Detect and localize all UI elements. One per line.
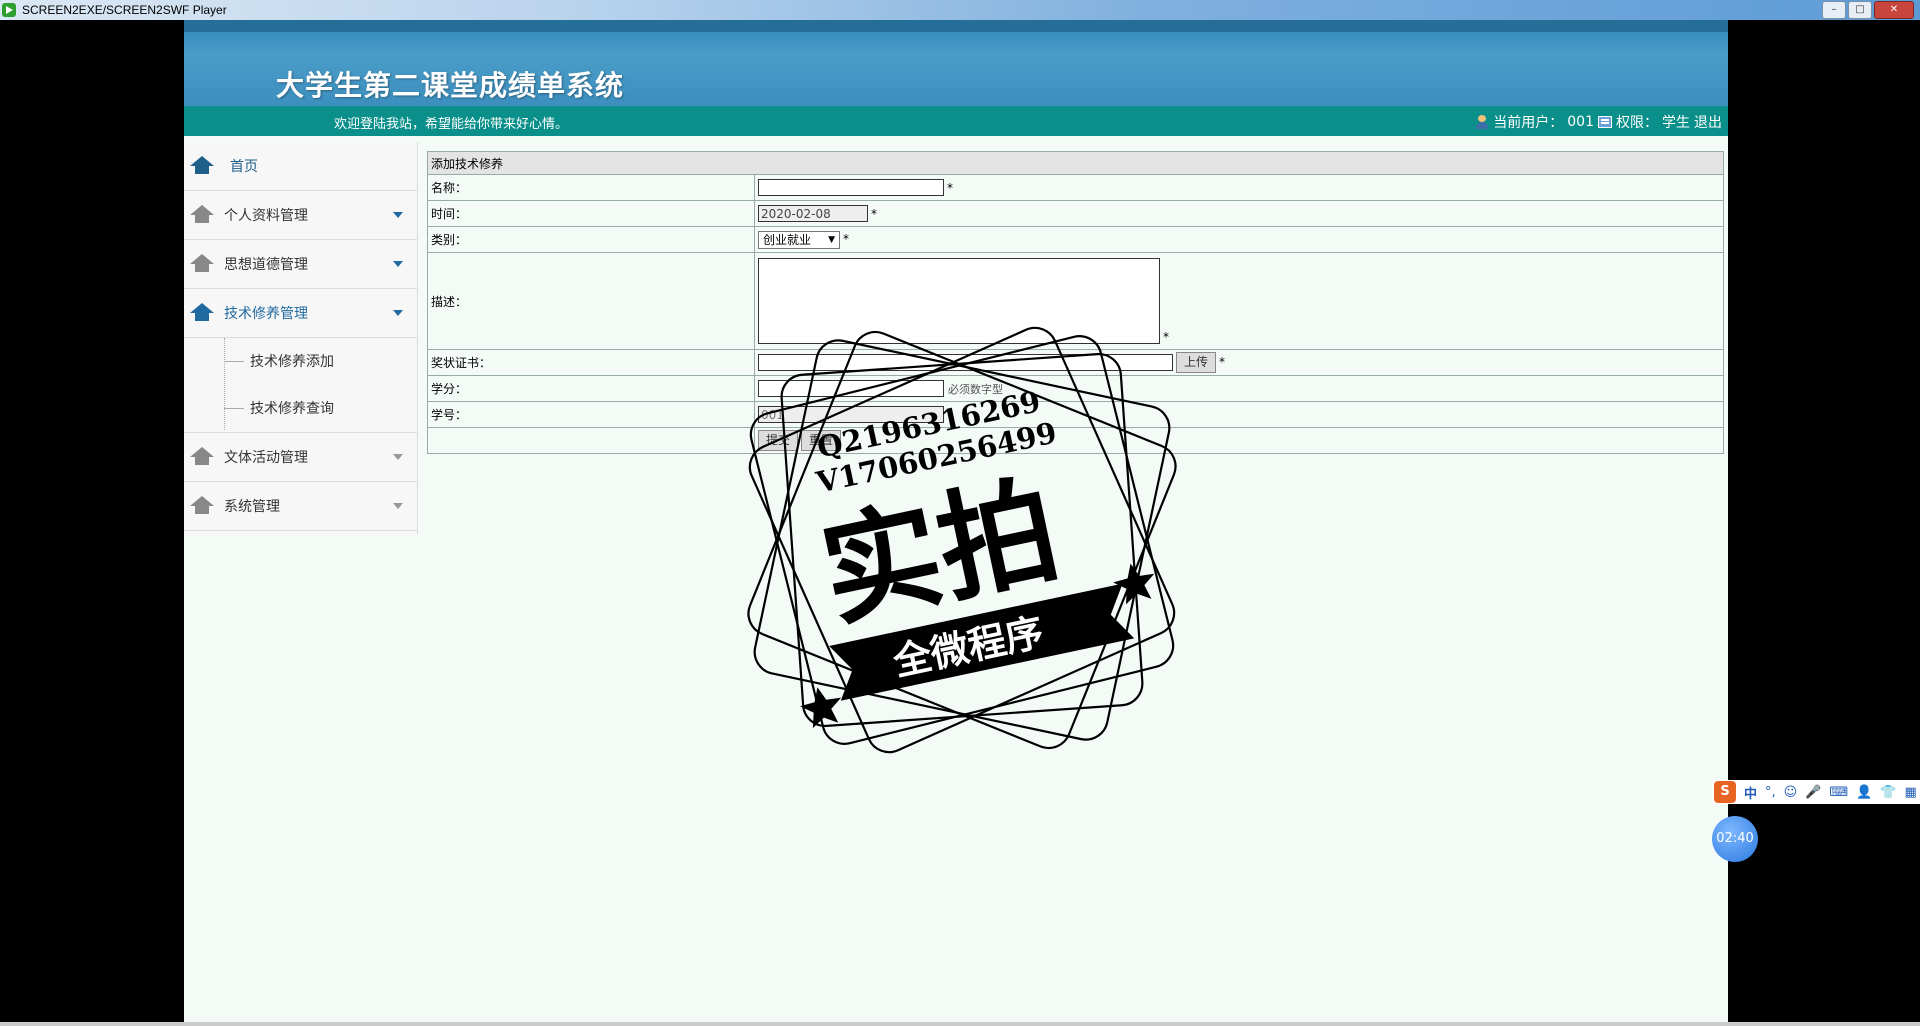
window-titlebar: SCREEN2EXE/SCREEN2SWF Player – □ ✕ xyxy=(0,0,1920,20)
user-icon xyxy=(1475,115,1489,129)
sidebar-item-moral[interactable]: 思想道德管理 xyxy=(184,240,417,289)
name-label: 名称： xyxy=(427,174,755,201)
window-title: SCREEN2EXE/SCREEN2SWF Player xyxy=(22,3,227,17)
permission-value: 学生 xyxy=(1662,115,1690,131)
chevron-down-icon xyxy=(393,212,403,218)
required-mark: * xyxy=(947,180,953,195)
user-info: 当前用户： 001 权限： 学生 退出 xyxy=(1475,112,1722,132)
chevron-down-icon xyxy=(393,454,403,460)
sidebar-item-profile[interactable]: 个人资料管理 xyxy=(184,191,417,240)
sidebar-item-label: 首页 xyxy=(230,159,258,175)
credit-input[interactable] xyxy=(758,380,944,397)
house-icon xyxy=(190,254,214,274)
dropdown-arrow-icon: ▼ xyxy=(828,234,835,245)
sidebar-item-tech[interactable]: 技术修养管理 xyxy=(184,289,417,338)
sidebar-item-label: 文体活动管理 xyxy=(224,450,308,466)
header-banner: 大学生第二课堂成绩单系统 xyxy=(184,20,1728,106)
required-mark: * xyxy=(1219,355,1226,369)
required-mark: * xyxy=(843,232,849,246)
time-input[interactable] xyxy=(758,205,868,222)
time-label: 时间： xyxy=(427,200,755,227)
house-icon xyxy=(190,496,214,516)
maximize-button[interactable]: □ xyxy=(1848,1,1872,19)
sidebar-subitem-tech-query[interactable]: 技术修养查询 xyxy=(184,385,417,432)
sidebar-item-sports[interactable]: 文体活动管理 xyxy=(184,433,417,482)
student-id-input[interactable] xyxy=(758,406,944,423)
welcome-text: 欢迎登陆我站，希望能给你带来好心情。 xyxy=(334,117,569,132)
player-bottom-bar xyxy=(0,1022,1920,1026)
close-button[interactable]: ✕ xyxy=(1874,1,1914,19)
emoji-icon[interactable]: ☺ xyxy=(1784,785,1798,800)
sidebar-subitem-label: 技术修养查询 xyxy=(250,401,334,417)
keyboard-icon[interactable]: ⌨ xyxy=(1829,785,1848,800)
credit-label: 学分： xyxy=(427,375,755,402)
page-title: 大学生第二课堂成绩单系统 xyxy=(276,69,625,102)
grid-icon[interactable]: ▦ xyxy=(1905,785,1917,800)
actions-spacer xyxy=(427,427,755,454)
sidebar-item-label: 思想道德管理 xyxy=(224,257,308,273)
ime-punct-toggle[interactable]: °, xyxy=(1765,785,1776,800)
desc-textarea[interactable] xyxy=(758,258,1160,344)
tech-submenu: 技术修养添加 技术修养查询 xyxy=(184,338,417,433)
ime-lang-toggle[interactable]: 中 xyxy=(1744,783,1757,802)
current-user-label: 当前用户： xyxy=(1493,115,1564,131)
sidebar: 首页 个人资料管理 思想道德管理 技术修养管理 技术修养添加 技术修养查询 文体… xyxy=(184,142,418,534)
add-tech-form: 添加技术修养 名称： * 时间： * 类别： 创业就业 ▼ * 描述： * 奖状证书… xyxy=(427,151,1724,454)
microphone-icon[interactable]: 🎤 xyxy=(1805,785,1821,800)
house-icon xyxy=(190,447,214,467)
skin-icon[interactable]: 👕 xyxy=(1880,785,1896,800)
sidebar-item-label: 系统管理 xyxy=(224,499,280,515)
category-select[interactable]: 创业就业 ▼ xyxy=(758,230,840,249)
sidebar-subitem-label: 技术修养添加 xyxy=(250,354,334,370)
reset-button[interactable]: 重置 xyxy=(801,430,842,451)
sidebar-item-home[interactable]: 首页 xyxy=(184,142,417,191)
credit-hint: 必须数字型 xyxy=(948,382,1003,396)
user-icon[interactable]: 👤 xyxy=(1856,785,1872,800)
chevron-down-icon xyxy=(393,310,403,316)
logout-link[interactable]: 退出 xyxy=(1694,112,1722,132)
tree-dash xyxy=(224,408,244,409)
house-icon xyxy=(190,303,214,323)
permission-icon xyxy=(1598,116,1612,128)
category-selected-value: 创业就业 xyxy=(763,232,812,247)
submit-button[interactable]: 提交 xyxy=(758,430,799,451)
current-user-value: 001 xyxy=(1567,114,1594,130)
required-mark: * xyxy=(1163,330,1169,344)
cert-path-input[interactable] xyxy=(758,353,1173,371)
required-mark: * xyxy=(871,206,877,221)
ime-toolbar: S 中 °, ☺ 🎤 ⌨ 👤 👕 ▦ xyxy=(1712,780,1920,804)
sidebar-item-system[interactable]: 系统管理 xyxy=(184,482,417,531)
tree-dash xyxy=(224,361,244,362)
desc-label: 描述： xyxy=(427,252,755,350)
sidebar-item-label: 个人资料管理 xyxy=(224,208,308,224)
sogou-logo-icon: S xyxy=(1714,781,1736,803)
sidebar-item-label: 技术修养管理 xyxy=(224,306,308,322)
chevron-down-icon xyxy=(393,261,403,267)
category-label: 类别： xyxy=(427,226,755,253)
form-title: 添加技术修养 xyxy=(427,151,1724,175)
permission-label: 权限： xyxy=(1616,115,1658,131)
player-app-icon xyxy=(2,3,16,17)
header-top-strip xyxy=(184,20,1728,32)
welcome-bar: 欢迎登陆我站，希望能给你带来好心情。 当前用户： 001 权限： 学生 退出 xyxy=(184,106,1728,136)
window-controls: – □ ✕ xyxy=(1822,1,1914,19)
app-frame: 大学生第二课堂成绩单系统 欢迎登陆我站，希望能给你带来好心情。 当前用户： 00… xyxy=(184,20,1728,1022)
name-input[interactable] xyxy=(758,179,944,196)
sidebar-subitem-tech-add[interactable]: 技术修养添加 xyxy=(184,338,417,385)
sid-label: 学号： xyxy=(427,401,755,428)
minimize-button[interactable]: – xyxy=(1822,1,1846,19)
home-icon xyxy=(190,156,214,176)
cert-label: 奖状证书： xyxy=(427,349,755,376)
upload-button[interactable]: 上传 xyxy=(1176,352,1217,373)
recording-timer: 02:40 xyxy=(1712,816,1758,862)
house-icon xyxy=(190,205,214,225)
chevron-down-icon xyxy=(393,503,403,509)
